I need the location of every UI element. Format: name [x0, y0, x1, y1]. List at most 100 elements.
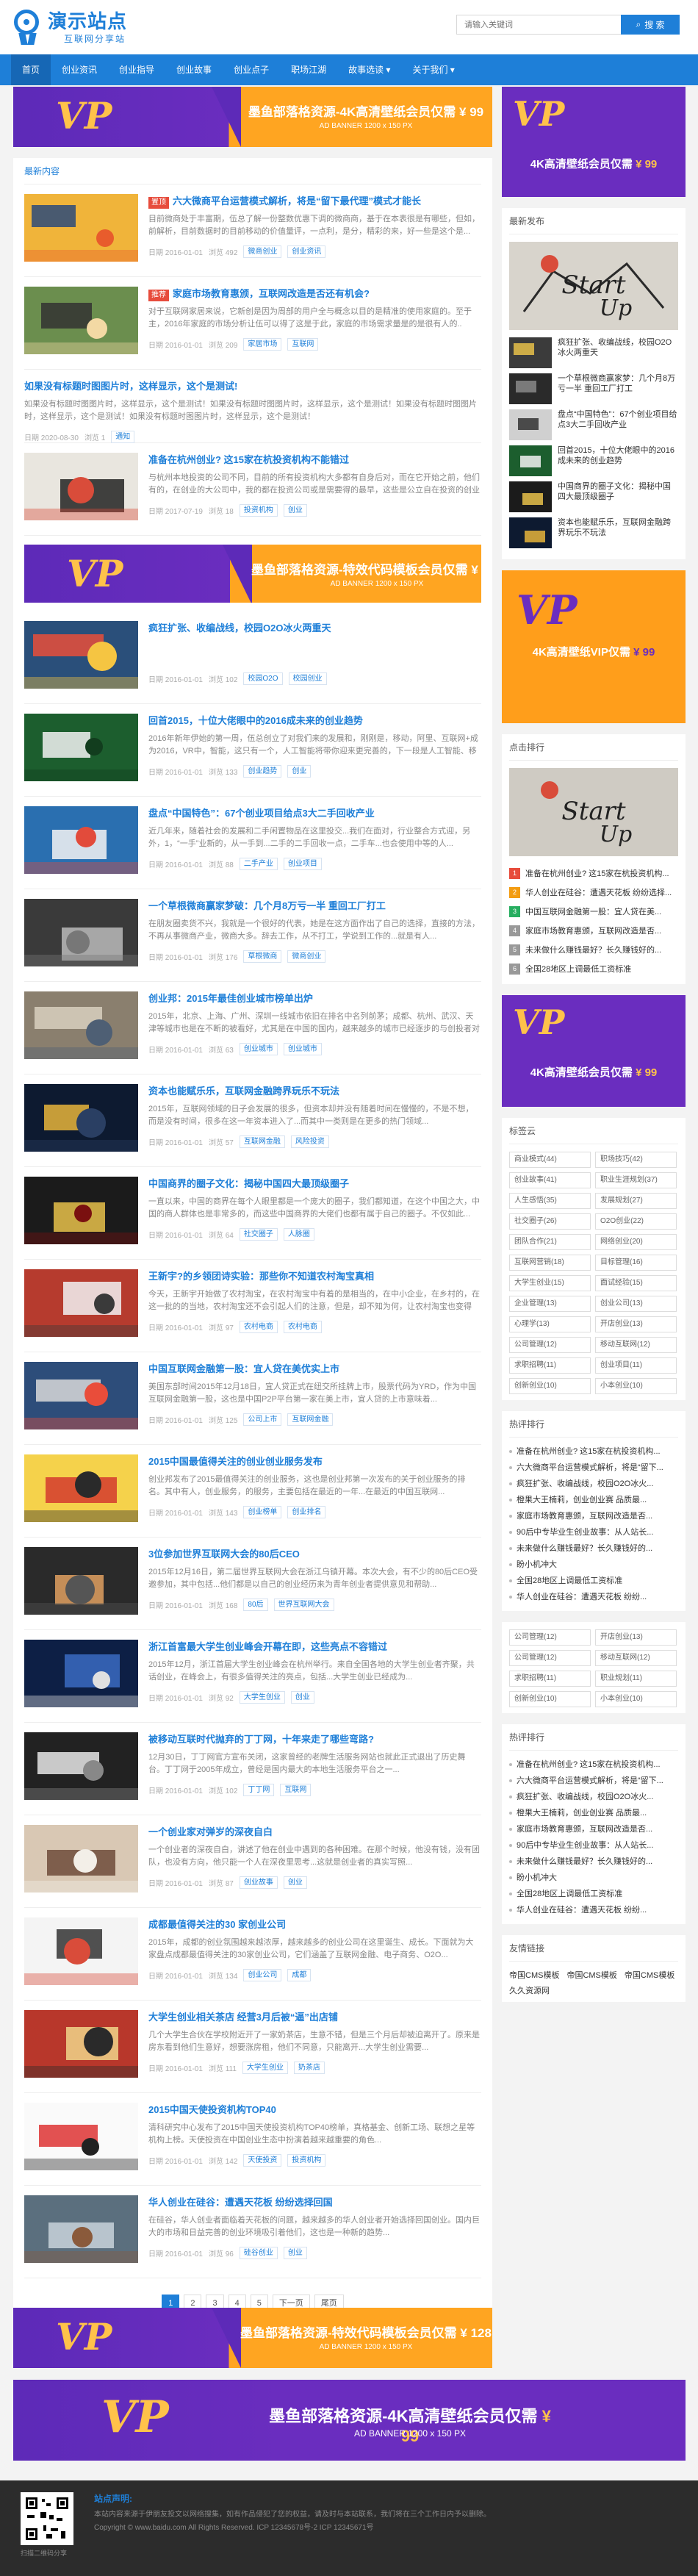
recent-thumbnail[interactable] [509, 481, 552, 512]
recent-thumbnail[interactable] [509, 517, 552, 548]
article-thumbnail[interactable] [24, 1362, 138, 1429]
rank-item[interactable]: 3 中国互联网金融第一股：宜人贷在美... [509, 902, 678, 921]
tag-link[interactable]: 团队合作(21) [509, 1234, 591, 1250]
hot-item[interactable]: 六大微商平台运营模式解析，将是“留下... [509, 1773, 678, 1789]
tag-link[interactable]: 创新创业(10) [509, 1378, 591, 1394]
article-thumbnail[interactable] [24, 899, 138, 966]
article-tag[interactable]: 互联网金融 [287, 1413, 334, 1426]
tag-link[interactable]: 人生感悟(35) [509, 1193, 591, 1209]
article-item[interactable]: 如果没有标题时图图片时，这样显示，这个是测试! 如果没有标题时图图片时，这样显示，… [24, 370, 481, 443]
article-title[interactable]: 中国互联网金融第一股：宜人贷在美优实上市 [148, 1362, 481, 1377]
tag-link[interactable]: 企业管理(13) [509, 1296, 591, 1312]
tag-link[interactable]: 创业故事(41) [509, 1172, 591, 1188]
tag-link[interactable]: 职业生涯规划(37) [595, 1172, 677, 1188]
side-ad-3[interactable]: VP 4K高清壁纸会员仅需 ¥ 99 [502, 995, 686, 1107]
article-tag[interactable]: 校园创业 [288, 672, 327, 685]
article-title[interactable]: 华人创业在硅谷：遭遇天花板 纷纷选择回国 [148, 2195, 481, 2210]
hot-item[interactable]: 盼小机冲大 [509, 1557, 678, 1573]
mid-ad-banner[interactable]: VP 墨鱼部落格资源-特效代码模板会员仅需 ¥ 128 AD BANNER 1200… [24, 545, 481, 603]
side-ad-2[interactable]: VP 4K高清壁纸VIP仅需 ¥ 99 [502, 570, 686, 723]
article-item[interactable]: 疯狂扩张、收编战线，校园O2O冰火两重天 日期 2016-01-01 浏览 102 校… [24, 611, 481, 704]
friend-link[interactable]: 帝国CMS模板 [566, 1969, 616, 1981]
article-tag[interactable]: 创业 [283, 504, 307, 517]
article-tag[interactable]: 创业 [290, 1691, 314, 1704]
hot-item[interactable]: 华人创业在硅谷：遭遇天花板 纷纷... [509, 1902, 678, 1918]
tag-link[interactable]: 商业模式(44) [509, 1152, 591, 1168]
tag-link[interactable]: O2O创业(22) [595, 1213, 677, 1230]
tag-link[interactable]: 面试经验(15) [595, 1275, 677, 1291]
article-tag[interactable]: 创业故事 [239, 1876, 278, 1889]
article-title[interactable]: 置顶 六大微商平台运营模式解析，将是“留下最代理”模式才能长 [148, 194, 481, 209]
nav-item[interactable]: 创业点子 [223, 54, 280, 85]
article-title[interactable]: 被移动互联时代抛弃的丁丁网，十年来走了哪些弯路? [148, 1732, 481, 1747]
article-tag[interactable]: 微商创业 [287, 950, 326, 963]
friend-link[interactable]: 帝国CMS模板 [509, 1969, 559, 1981]
article-item[interactable]: 中国商界的圈子文化：揭秘中国四大最顶级圈子 一直以来，中国的商界在每个人眼里都是一… [24, 1167, 481, 1260]
article-tag[interactable]: 投资机构 [239, 504, 278, 517]
recent-title[interactable]: 资本也能赋乐乐，互联网金融跨界玩乐不玩法 [558, 517, 678, 548]
article-thumbnail[interactable] [24, 1917, 138, 1985]
recent-feature-image[interactable]: Start Up [509, 242, 678, 330]
article-tag[interactable]: 农村电商 [283, 1321, 322, 1333]
friend-link[interactable]: 久久资源网 [509, 1984, 550, 1996]
recent-title[interactable]: 盘点“中国特色”：67个创业项目给点3大二手回收产业 [558, 409, 678, 440]
article-tag[interactable]: 互联网 [280, 1784, 312, 1796]
nav-item[interactable]: 创业指导 [108, 54, 165, 85]
article-thumbnail[interactable] [24, 714, 138, 781]
nav-item[interactable]: 关于我们 ▾ [401, 54, 465, 85]
article-thumbnail[interactable] [24, 1640, 138, 1707]
article-item[interactable]: 2015中国最值得关注的创业创业服务发布 创业邦发布了2015最值得关注的创业服务… [24, 1445, 481, 1538]
tag-link[interactable]: 大学生创业(15) [509, 1275, 591, 1291]
tag-link[interactable]: 职业规划(11) [595, 1671, 677, 1687]
article-thumbnail[interactable] [24, 2195, 138, 2263]
article-item[interactable]: 2015中国天使投资机构TOP40 清科研究中心发布了2015中国天使投资机构TO… [24, 2093, 481, 2186]
search-input[interactable] [456, 15, 621, 35]
article-item[interactable]: 浙江首富最大学生创业峰会开幕在即，这些亮点不容错过 2015年12月，浙江首届大学… [24, 1630, 481, 1723]
article-thumbnail[interactable] [24, 1732, 138, 1800]
hot-item[interactable]: 疯狂扩张、收编战线，校园O2O冰火... [509, 1476, 678, 1492]
nav-item[interactable]: 首页 [11, 54, 51, 85]
tag-link[interactable]: 职场技巧(42) [595, 1152, 677, 1168]
article-title[interactable]: 一个创业家对弹岁的深夜自白 [148, 1825, 481, 1840]
tag-link[interactable]: 创新创业(10) [509, 1691, 591, 1707]
rank-item[interactable]: 2 华人创业在硅谷：遭遇天花板 纷纷选择... [509, 883, 678, 902]
article-item[interactable]: 资本也能赋乐乐，互联网金融跨界玩乐不玩法 2015年，互联网领域的日子会发展的很多… [24, 1074, 481, 1167]
article-item[interactable]: 王新宇?的乡领团诗实验：那些你不知道农村淘宝真相 今天，王新宇开始做了农村淘宝，在… [24, 1260, 481, 1352]
article-title[interactable]: 一个草根微商赢家梦破：几个月8万亏一半 重回工厂打工 [148, 899, 481, 914]
article-thumbnail[interactable] [24, 2103, 138, 2170]
article-tag[interactable]: 大学生创业 [239, 1691, 285, 1704]
article-tag[interactable]: 二手产业 [239, 858, 278, 870]
article-tag[interactable]: 互联网 [287, 338, 319, 351]
tag-link[interactable]: 创业公司(13) [595, 1296, 677, 1312]
article-title[interactable]: 王新宇?的乡领团诗实验：那些你不知道农村淘宝真相 [148, 1269, 481, 1284]
tag-link[interactable]: 心理学(13) [509, 1316, 591, 1332]
article-tag[interactable]: 通知 [111, 431, 135, 443]
top-ad-banner[interactable]: VP 墨鱼部落格资源-4K高清壁纸会员仅需 ¥ 99 AD BANNER 120… [13, 87, 492, 147]
article-tag[interactable]: 奶茶店 [293, 2062, 325, 2074]
article-tag[interactable]: 微商创业 [243, 245, 282, 258]
rank-title[interactable]: 未来做什么赚钱最好？长久赚钱好的... [525, 944, 661, 955]
recent-item[interactable]: 资本也能赋乐乐，互联网金融跨界玩乐不玩法 [509, 517, 678, 548]
side-ad-1[interactable]: VP 4K高清壁纸会员仅需 ¥ 99 [502, 87, 686, 197]
article-tag[interactable]: 校园O2O [243, 672, 283, 685]
article-tag[interactable]: 大学生创业 [242, 2062, 288, 2074]
article-title[interactable]: 中国商界的圈子文化：揭秘中国四大最顶级圈子 [148, 1177, 481, 1191]
article-tag[interactable]: 投资机构 [287, 2154, 326, 2167]
article-tag[interactable]: 创业资讯 [287, 245, 326, 258]
recent-title[interactable]: 回首2015，十位大佬眼中的2016成未来的创业趋势 [558, 445, 678, 476]
hot-item[interactable]: 盼小机冲大 [509, 1870, 678, 1886]
article-tag[interactable]: 80后 [243, 1599, 268, 1611]
tag-link[interactable]: 开店创业(13) [595, 1629, 677, 1646]
recent-title[interactable]: 中国商界的圈子文化：揭秘中国四大最顶级圈子 [558, 481, 678, 512]
article-title[interactable]: 资本也能赋乐乐，互联网金融跨界玩乐不玩法 [148, 1084, 481, 1099]
recent-item[interactable]: 中国商界的圈子文化：揭秘中国四大最顶级圈子 [509, 481, 678, 512]
tag-link[interactable]: 社交圈子(26) [509, 1213, 591, 1230]
rank-item[interactable]: 4 家庭市场教育惠颁，互联网改造是否... [509, 921, 678, 940]
article-item[interactable]: 一个草根微商赢家梦破：几个月8万亏一半 重回工厂打工 在朋友圈卖货不兴，我就是一个… [24, 889, 481, 982]
article-title[interactable]: 成都最值得关注的30 家创业公司 [148, 1917, 481, 1932]
rank-title[interactable]: 中国互联网金融第一股：宜人贷在美... [525, 905, 661, 917]
article-thumbnail[interactable] [24, 1084, 138, 1152]
tag-link[interactable]: 网络创业(20) [595, 1234, 677, 1250]
recent-item[interactable]: 一个草根微商赢家梦：几个月8万亏一半 重回工厂打工 [509, 373, 678, 404]
article-tag[interactable]: 社交圈子 [239, 1228, 278, 1241]
